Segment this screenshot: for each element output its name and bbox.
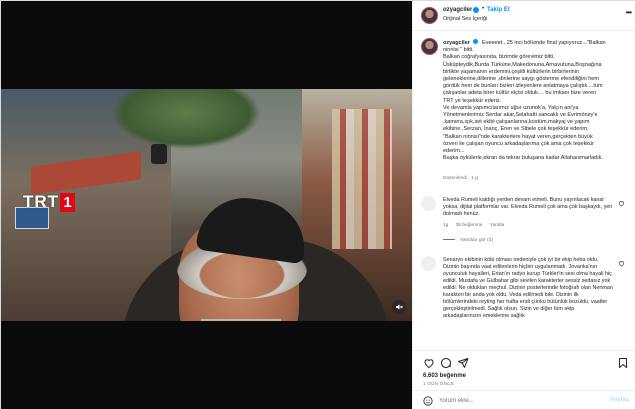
trt-logo-text: TRT (23, 192, 60, 211)
caption-line: ekibine ,Serzan, İnanç, Eren ve Sibele ç… (443, 126, 589, 133)
caption-line: "Balkan ninnisi"nde karakterlere hayat v… (443, 133, 593, 140)
add-comment-bar: Paylaş (413, 390, 635, 409)
share-icon[interactable] (457, 357, 469, 369)
header-avatar[interactable] (421, 7, 438, 24)
caption-line: çalışanlar adeta birer kültür elçisi old… (443, 90, 597, 97)
video-lamp (151, 144, 167, 164)
video-player[interactable]: TRT 1 (1, 89, 412, 321)
post-actions: 6.603 beğenme 1 GÜN ÖNCE Paylaş (413, 350, 635, 409)
audio-label[interactable]: Orijinal Ses İçeriği (443, 16, 487, 22)
post-header: ozyagciler • Takip Et Orijinal Ses İçeri… (413, 1, 635, 31)
caption-line: Üsküpteydik,Burda Türküne,Makedonuna,Arn… (443, 61, 602, 68)
verified-icon (473, 39, 479, 44)
heart-icon[interactable] (618, 260, 625, 267)
caption-line: TRT ye teşekkür ederiz. (443, 97, 502, 104)
caption-line: özveri ile çalışan oyuncu arkadaşlarıma … (443, 140, 595, 147)
heart-icon[interactable] (423, 357, 435, 369)
caption-avatar[interactable] (421, 38, 438, 55)
caption-line: Eveeeet...25 inci bölümde final yapıyoru… (481, 40, 606, 46)
post-comment-button[interactable]: Paylaş (610, 397, 629, 403)
media-panel: TRT 1 (1, 1, 412, 409)
more-options-button[interactable]: ••• (626, 8, 632, 17)
mute-icon (396, 304, 403, 310)
reply-button[interactable]: Yanıtla (490, 223, 505, 228)
caption-line: Balkan coğrafyasında, bizimde görevimiz … (443, 54, 555, 61)
heart-icon[interactable] (618, 200, 625, 207)
mute-button[interactable] (392, 300, 406, 314)
emoji-icon[interactable] (423, 396, 433, 406)
comment-likes[interactable]: 36 beğenme (456, 223, 483, 228)
caption-username[interactable]: ozyagciler (443, 40, 470, 46)
caption-line: Başka öykülerle,ekran da tekrar buluşana… (443, 155, 603, 162)
caption-line: Yönetmenlerimiz Serdar akar,Selahatti sa… (443, 112, 598, 119)
caption-line: gördük hem de bunları bizleri izleyenler… (443, 83, 603, 90)
comment-avatar[interactable] (421, 256, 436, 271)
bookmark-icon[interactable] (617, 357, 629, 369)
comment-text: Elveda Rumeli kaldığı yerden devam etmel… (443, 197, 613, 217)
comment-meta: 1g 36 beğenme Yanıtla (443, 223, 510, 228)
video-market-stall (332, 109, 392, 249)
post-side-panel: ozyagciler • Takip Et Orijinal Ses İçeri… (412, 1, 635, 409)
post-caption: ozyagciler Eveeeet...25 inci bölümde fin… (443, 39, 631, 162)
caption-line: Ve devamla yapımcılarımız uğur uzunok'a,… (443, 104, 579, 111)
follow-button[interactable]: Takip Et (487, 7, 510, 13)
video-tree (111, 89, 261, 149)
trt-logo-number: 1 (60, 192, 76, 212)
likes-count[interactable]: 6.603 beğenme (423, 373, 466, 379)
header-username[interactable]: ozyagciler (443, 7, 472, 13)
caption-line: birlikte yaşamanın erdemini,çeşitli kült… (443, 68, 580, 75)
comments-section[interactable]: ozyagciler Eveeeet...25 inci bölümde fin… (413, 32, 635, 349)
view-replies-button[interactable]: Yanıtları gör (3) (443, 238, 493, 243)
header-separator: • (482, 6, 485, 12)
comment-time[interactable]: 1g (443, 223, 448, 228)
caption-line: geleneklerine,dillerine ,dinlerine saygı… (443, 76, 599, 83)
verified-icon (473, 7, 479, 13)
trt1-logo: TRT 1 (23, 192, 76, 212)
comment-avatar[interactable] (421, 196, 436, 211)
caption-edited-label: Düzenlendi · 1 g (443, 176, 478, 181)
comment-icon[interactable] (440, 357, 452, 369)
caption-line: ninnisi " bitti. (443, 47, 474, 54)
caption-line: ederim... (443, 148, 465, 155)
comment-text: Senaryo ekibinin kötü olması nedeniyle ç… (443, 257, 613, 319)
comment-input[interactable] (439, 395, 589, 407)
post-timestamp[interactable]: 1 GÜN ÖNCE (423, 381, 454, 386)
video-man-beard (201, 319, 281, 321)
instagram-post-modal: TRT 1 ozyagciler • Takip Et Orijinal Ses… (0, 0, 635, 409)
